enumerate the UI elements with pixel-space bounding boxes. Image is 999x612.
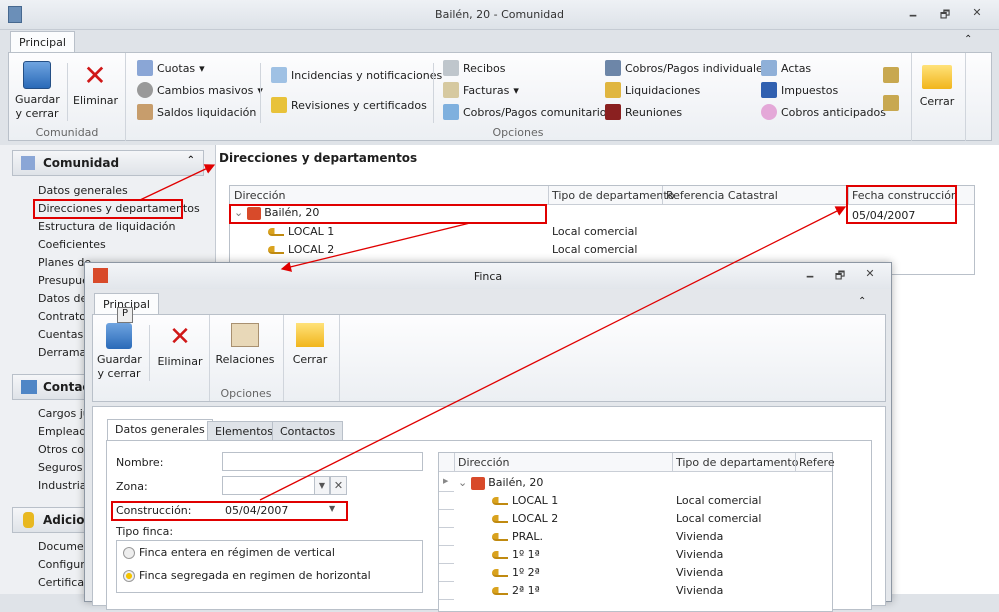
- annotation-arrows: [139, 164, 847, 501]
- arrow: [139, 164, 216, 201]
- arrow: [280, 222, 471, 272]
- arrow: [259, 206, 847, 501]
